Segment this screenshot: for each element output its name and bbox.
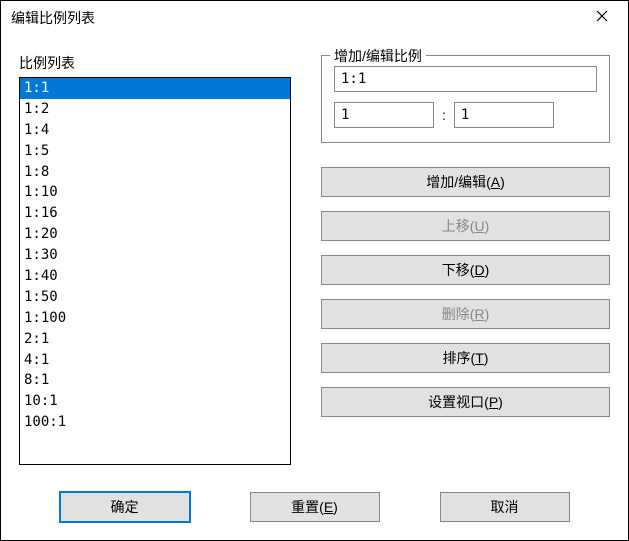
window-title: 编辑比例列表 xyxy=(11,8,95,28)
ok-button[interactable]: 确定 xyxy=(60,492,190,522)
titlebar: 编辑比例列表 xyxy=(1,1,628,35)
list-item[interactable]: 1:100 xyxy=(20,308,290,329)
list-item[interactable]: 1:30 xyxy=(20,245,290,266)
list-item[interactable]: 4:1 xyxy=(20,350,290,371)
edit-scale-fieldset: 增加/编辑比例 : xyxy=(321,55,610,143)
list-item[interactable]: 1:16 xyxy=(20,203,290,224)
list-item[interactable]: 2:1 xyxy=(20,329,290,350)
scale-listbox[interactable]: 1:11:21:41:51:81:101:161:201:301:401:501… xyxy=(19,77,291,465)
list-item[interactable]: 1:20 xyxy=(20,224,290,245)
close-icon[interactable] xyxy=(588,5,616,31)
cancel-button[interactable]: 取消 xyxy=(440,492,570,522)
list-item[interactable]: 1:5 xyxy=(20,141,290,162)
dialog-window: 编辑比例列表 比例列表 1:11:21:41:51:81:101:161:201… xyxy=(0,0,629,541)
scale-left-input[interactable] xyxy=(334,102,434,128)
list-item[interactable]: 1:10 xyxy=(20,182,290,203)
sort-button[interactable]: 排序(T) xyxy=(321,343,610,373)
dialog-content: 比例列表 1:11:21:41:51:81:101:161:201:301:40… xyxy=(1,35,628,540)
delete-button[interactable]: 删除(R) xyxy=(321,299,610,329)
list-item[interactable]: 1:50 xyxy=(20,287,290,308)
add-edit-button[interactable]: 增加/编辑(A) xyxy=(321,167,610,197)
move-down-button[interactable]: 下移(D) xyxy=(321,255,610,285)
set-viewport-button[interactable]: 设置视口(P) xyxy=(321,387,610,417)
list-item[interactable]: 1:2 xyxy=(20,99,290,120)
scale-name-input[interactable] xyxy=(334,66,597,92)
scale-right-input[interactable] xyxy=(454,102,554,128)
list-item[interactable]: 8:1 xyxy=(20,370,290,391)
list-item[interactable]: 1:40 xyxy=(20,266,290,287)
ratio-colon: : xyxy=(442,107,446,123)
reset-button[interactable]: 重置(E) xyxy=(250,492,380,522)
move-up-button[interactable]: 上移(U) xyxy=(321,211,610,241)
fieldset-legend: 增加/编辑比例 xyxy=(330,46,426,66)
list-item[interactable]: 1:4 xyxy=(20,120,290,141)
list-item[interactable]: 1:1 xyxy=(20,78,290,99)
list-item[interactable]: 10:1 xyxy=(20,391,290,412)
scale-list-label: 比例列表 xyxy=(19,53,291,73)
list-item[interactable]: 100:1 xyxy=(20,412,290,433)
list-item[interactable]: 1:8 xyxy=(20,162,290,183)
